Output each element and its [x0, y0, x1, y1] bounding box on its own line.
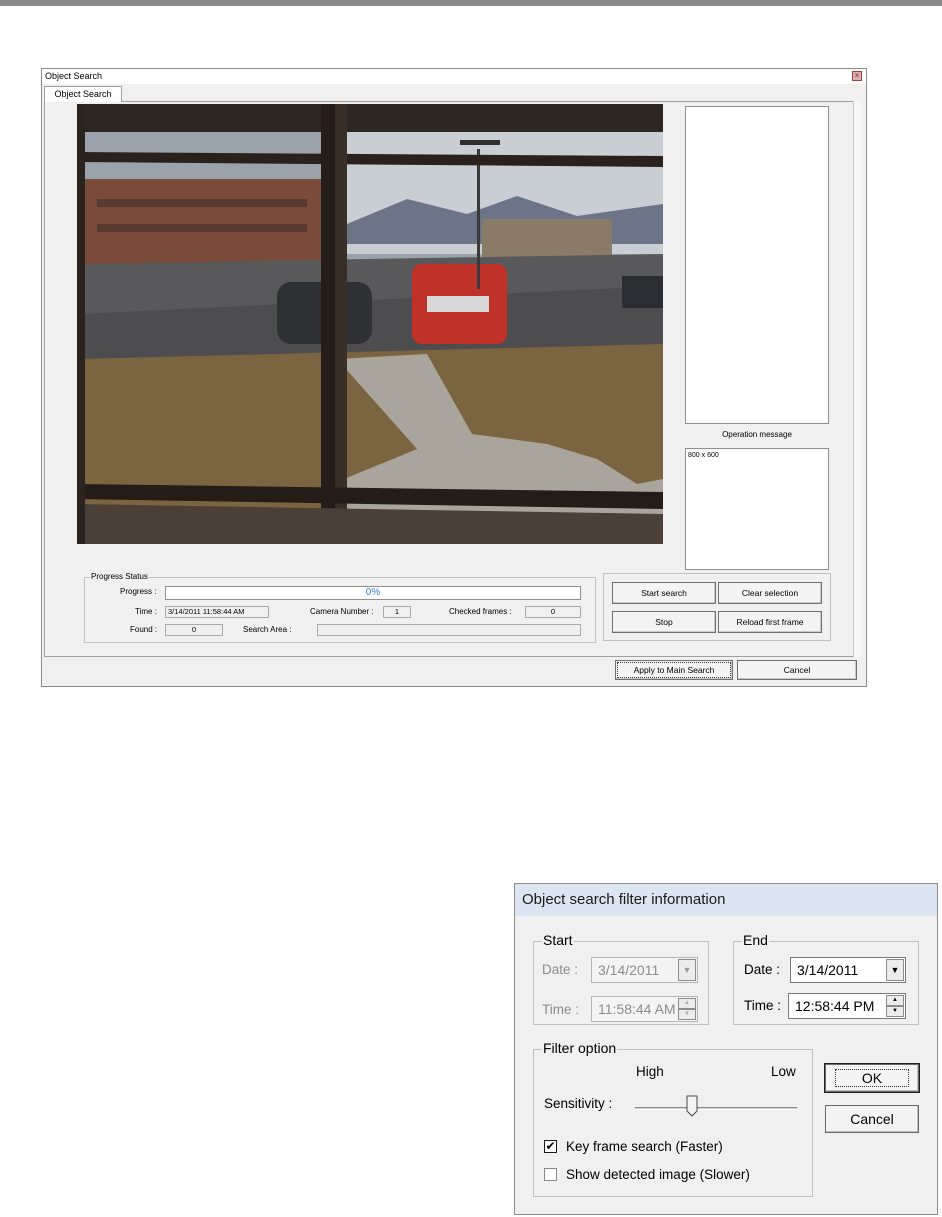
- start-date-label: Date :: [542, 962, 579, 977]
- ok-label: OK: [834, 1069, 910, 1087]
- sensitivity-slider-thumb[interactable]: [686, 1095, 698, 1117]
- reload-first-frame-button[interactable]: Reload first frame: [718, 611, 822, 633]
- camera-image: [77, 104, 663, 544]
- end-date-field[interactable]: 3/14/2011 ▼: [790, 957, 906, 983]
- time-label: Time :: [135, 607, 157, 616]
- scrollbar[interactable]: [853, 101, 861, 657]
- checked-frames-label: Checked frames :: [449, 607, 512, 616]
- found-value: 0: [165, 624, 223, 636]
- start-date-value: 3/14/2011: [598, 962, 660, 978]
- operation-message-box: 800 x 600: [685, 448, 829, 570]
- spinner-arrows-icon[interactable]: ▲ ▼: [886, 995, 904, 1017]
- start-group-title: Start: [542, 932, 574, 948]
- end-group: End Date : 3/14/2011 ▼ Time : 12:58:44 P…: [733, 932, 919, 1025]
- start-time-value: 11:58:44 AM: [598, 1001, 676, 1017]
- apply-to-main-search-button[interactable]: Apply to Main Search: [615, 660, 733, 680]
- sensitivity-high-label: High: [636, 1064, 664, 1079]
- checked-frames-value: 0: [525, 606, 581, 618]
- tab-object-search[interactable]: Object Search: [44, 86, 122, 102]
- dialog-title: Object search filter information: [515, 884, 937, 916]
- show-detected-label: Show detected image (Slower): [566, 1167, 750, 1182]
- search-area-label: Search Area :: [243, 625, 292, 634]
- start-group: Start Date : 3/14/2011 ▼ Time : 11:58:44…: [533, 932, 709, 1025]
- preview-box: [685, 106, 829, 424]
- progress-status-group: Progress Status Progress : 0% Time : 3/1…: [84, 572, 596, 643]
- search-area-value: [317, 624, 581, 636]
- start-search-button[interactable]: Start search: [612, 582, 716, 604]
- start-time-field: 11:58:44 AM ▲ ▼: [591, 996, 698, 1022]
- group-title: Progress Status: [90, 572, 149, 581]
- sensitivity-label: Sensitivity :: [544, 1096, 613, 1111]
- tab-panel: Operation message 800 x 600 Progress Sta…: [44, 101, 858, 657]
- end-group-title: End: [742, 932, 769, 948]
- chevron-down-icon[interactable]: ▼: [886, 959, 904, 981]
- stop-button[interactable]: Stop: [612, 611, 716, 633]
- end-time-value: 12:58:44 PM: [795, 998, 875, 1014]
- end-date-label: Date :: [744, 962, 781, 977]
- sensitivity-low-label: Low: [771, 1064, 796, 1079]
- cancel-button[interactable]: Cancel: [737, 660, 857, 680]
- found-label: Found :: [130, 625, 158, 634]
- keyframe-label: Key frame search (Faster): [566, 1139, 723, 1154]
- object-search-window: Object Search × Object Search Operation …: [41, 68, 867, 687]
- start-time-label: Time :: [542, 1002, 579, 1017]
- close-icon[interactable]: ×: [852, 71, 862, 81]
- end-time-label: Time :: [744, 998, 781, 1013]
- camera-frame[interactable]: [77, 104, 663, 544]
- window-title: Object Search: [42, 69, 866, 84]
- end-date-value: 3/14/2011: [797, 962, 859, 978]
- filter-option-title: Filter option: [542, 1040, 618, 1056]
- end-time-field[interactable]: 12:58:44 PM ▲ ▼: [788, 993, 906, 1019]
- sensitivity-slider-track[interactable]: [635, 1107, 797, 1110]
- checkmark-icon: ✔: [545, 1139, 556, 1153]
- progress-label: Progress :: [120, 587, 157, 596]
- spinner-arrows-icon: ▲ ▼: [678, 998, 696, 1020]
- progress-bar: 0%: [165, 586, 581, 600]
- camera-number-value: 1: [383, 606, 411, 618]
- keyframe-checkbox[interactable]: ✔: [544, 1140, 557, 1153]
- top-divider: [0, 0, 942, 6]
- filter-dialog: Object search filter information Start D…: [514, 883, 938, 1215]
- filter-option-group: Filter option High Low Sensitivity : ✔ K…: [533, 1040, 813, 1197]
- ok-button[interactable]: OK: [824, 1063, 920, 1093]
- show-detected-checkbox[interactable]: [544, 1168, 557, 1181]
- operation-message-label: Operation message: [722, 430, 792, 439]
- camera-number-label: Camera Number :: [310, 607, 374, 616]
- cancel-button[interactable]: Cancel: [825, 1105, 919, 1133]
- time-value: 3/14/2011 11:58:44 AM: [165, 606, 269, 618]
- start-date-field: 3/14/2011 ▼: [591, 957, 698, 983]
- clear-selection-button[interactable]: Clear selection: [718, 582, 822, 604]
- chevron-down-icon: ▼: [678, 959, 696, 981]
